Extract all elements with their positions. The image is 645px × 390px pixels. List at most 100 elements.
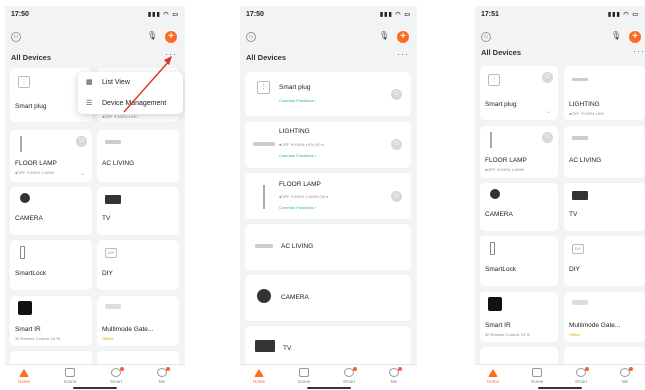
device-card-camera[interactable]: CAMERA bbox=[480, 183, 558, 231]
device-card-smart-plug[interactable]: ⋮ ⏻ Smart plug ⌄ bbox=[480, 66, 558, 120]
power-button[interactable]: ⏻ bbox=[391, 89, 402, 100]
device-name: CAMERA bbox=[485, 211, 513, 218]
device-card-multimode-gateway[interactable]: Multimode Gate... Offline bbox=[564, 292, 645, 342]
device-card-ac-living[interactable]: AC LIVING bbox=[564, 126, 645, 178]
device-row-ac-living[interactable]: AC LIVING bbox=[245, 224, 411, 270]
device-card-diy[interactable]: DIY DIY bbox=[564, 236, 645, 286]
tv-icon bbox=[572, 191, 588, 200]
device-row-floor-lamp[interactable]: FLOOR LAMP ●OFF ☀100% ◐100% ◷0 s Common … bbox=[245, 173, 411, 219]
home-indicator bbox=[306, 387, 351, 389]
smart-lock-icon bbox=[490, 242, 495, 255]
device-card-smart-ir[interactable]: Smart IR 30 Remote Control: 13 % bbox=[480, 292, 558, 342]
device-name: FLOOR LAMP bbox=[279, 181, 321, 188]
microphone-icon[interactable]: 🎙 bbox=[611, 31, 621, 43]
device-name: AC LIVING bbox=[569, 157, 602, 164]
floor-lamp-icon bbox=[263, 185, 265, 209]
camera-icon bbox=[490, 189, 500, 199]
plug-icon: ⋮ bbox=[257, 81, 270, 94]
tv-icon bbox=[255, 340, 275, 352]
add-device-button[interactable]: + bbox=[397, 31, 409, 43]
power-button[interactable]: ⏻ bbox=[391, 191, 402, 202]
notification-badge bbox=[629, 367, 633, 371]
common-functions-link[interactable]: Common Functions › bbox=[279, 205, 316, 210]
device-name: AC LIVING bbox=[281, 243, 314, 250]
bottom-tab-bar: Home Scene Smart Me bbox=[475, 364, 645, 390]
tab-home[interactable]: Home bbox=[244, 368, 274, 384]
tab-me[interactable]: Me bbox=[379, 367, 409, 384]
tab-label: Me bbox=[390, 379, 398, 384]
common-functions-link[interactable]: Common Functions › bbox=[279, 153, 316, 158]
stage: 17:50 ▮▮▮ ◠ ▭ ▭ 🎙 + All Devices ··· ⋮ Sm… bbox=[0, 0, 645, 390]
tab-label: Smart bbox=[342, 379, 355, 384]
chevron-down-icon[interactable]: ⌄ bbox=[546, 108, 551, 115]
common-functions-link[interactable]: Common Functions › bbox=[279, 98, 316, 103]
status-bar: 17:51 ▮▮▮ ◠ ▭ bbox=[481, 11, 639, 23]
device-card-lighting[interactable]: LIGHTING ●OFF ☀100% ◐0% bbox=[564, 66, 645, 120]
device-status: 30 Remote Control: 13 % bbox=[485, 332, 530, 337]
air-conditioner-icon bbox=[572, 136, 588, 140]
power-button[interactable]: ⏻ bbox=[542, 132, 553, 143]
device-card-floor-lamp[interactable]: ⏻ FLOOR LAMP ●OFF ☀100% ◐100% bbox=[480, 126, 558, 178]
device-status: ●OFF ☀100% ◐100% bbox=[485, 167, 525, 172]
device-name: LIGHTING bbox=[569, 101, 600, 108]
home-selector-icon[interactable]: ▭ bbox=[481, 32, 491, 42]
device-row-smart-plug[interactable]: ⋮ Smart plug Common Functions › ⏻ bbox=[245, 72, 411, 116]
power-button[interactable]: ⏻ bbox=[391, 139, 402, 150]
device-name: FLOOR LAMP bbox=[485, 157, 527, 164]
home-icon bbox=[254, 369, 264, 377]
device-name: Smart IR bbox=[485, 322, 511, 329]
status-icons: ▮▮▮ ◠ ▭ bbox=[379, 12, 411, 18]
device-status: ●OFF ☀100% ◐100% ◷0 s bbox=[279, 194, 329, 199]
tab-label: Home bbox=[252, 379, 265, 384]
tab-scene[interactable]: Scene bbox=[522, 368, 552, 384]
section-title: All Devices bbox=[246, 53, 287, 62]
tab-smart[interactable]: Smart bbox=[334, 367, 364, 384]
floor-lamp-icon bbox=[490, 132, 492, 148]
device-row-camera[interactable]: CAMERA bbox=[245, 275, 411, 321]
device-name: CAMERA bbox=[281, 294, 309, 301]
light-panel-icon bbox=[572, 78, 588, 81]
home-indicator bbox=[538, 387, 582, 389]
tab-home[interactable]: Home bbox=[478, 368, 508, 384]
air-conditioner-icon bbox=[255, 244, 273, 248]
device-name: LIGHTING bbox=[279, 128, 310, 135]
device-name: Smart plug bbox=[279, 84, 311, 91]
home-icon bbox=[488, 369, 498, 377]
microphone-icon[interactable]: 🎙 bbox=[379, 31, 389, 43]
notification-badge bbox=[585, 367, 589, 371]
offline-status: Offline bbox=[569, 332, 581, 337]
camera-icon bbox=[257, 289, 271, 303]
notification-badge bbox=[353, 367, 357, 371]
device-row-lighting[interactable]: LIGHTING ●OFF ☀100% ◐0% ◷0 s Common Func… bbox=[245, 122, 411, 168]
notification-badge bbox=[398, 367, 402, 371]
section-title: All Devices bbox=[481, 48, 522, 57]
power-button[interactable]: ⏻ bbox=[542, 72, 553, 83]
device-status: ●OFF ☀100% ◐0% ◷0 s bbox=[279, 142, 324, 147]
more-options-button[interactable]: ··· bbox=[633, 46, 645, 56]
status-time: 17:50 bbox=[246, 11, 264, 18]
tab-scene[interactable]: Scene bbox=[289, 368, 319, 384]
scene-icon bbox=[299, 368, 309, 377]
device-card-tv[interactable]: TV bbox=[564, 183, 645, 231]
device-name: TV bbox=[283, 345, 292, 352]
device-row-tv[interactable]: TV bbox=[245, 326, 411, 366]
tab-smart[interactable]: Smart bbox=[566, 367, 596, 384]
status-time: 17:51 bbox=[481, 11, 499, 18]
phone-screen-list: 17:50 ▮▮▮ ◠ ▭ ▭ 🎙 + All Devices ··· ⋮ Sm… bbox=[240, 6, 417, 390]
gateway-icon bbox=[572, 300, 588, 305]
status-icons: ▮▮▮ ◠ ▭ bbox=[607, 12, 639, 18]
device-name: SmartLock bbox=[485, 266, 517, 273]
device-card-smartlock[interactable]: SmartLock bbox=[480, 236, 558, 286]
device-name: Multimode Gate... bbox=[569, 322, 621, 329]
tab-label: Home bbox=[486, 379, 499, 384]
tab-label: Scene bbox=[297, 379, 311, 384]
device-name: DIY bbox=[569, 266, 580, 273]
status-bar: 17:50 ▮▮▮ ◠ ▭ bbox=[246, 11, 411, 23]
tab-me[interactable]: Me bbox=[610, 367, 640, 384]
tab-label: Scene bbox=[530, 379, 544, 384]
home-selector-icon[interactable]: ▭ bbox=[246, 32, 256, 42]
plug-icon: ⋮ bbox=[488, 74, 500, 86]
more-options-button[interactable]: ··· bbox=[397, 49, 409, 59]
add-device-button[interactable]: + bbox=[629, 31, 641, 43]
tab-label: Me bbox=[621, 379, 629, 384]
